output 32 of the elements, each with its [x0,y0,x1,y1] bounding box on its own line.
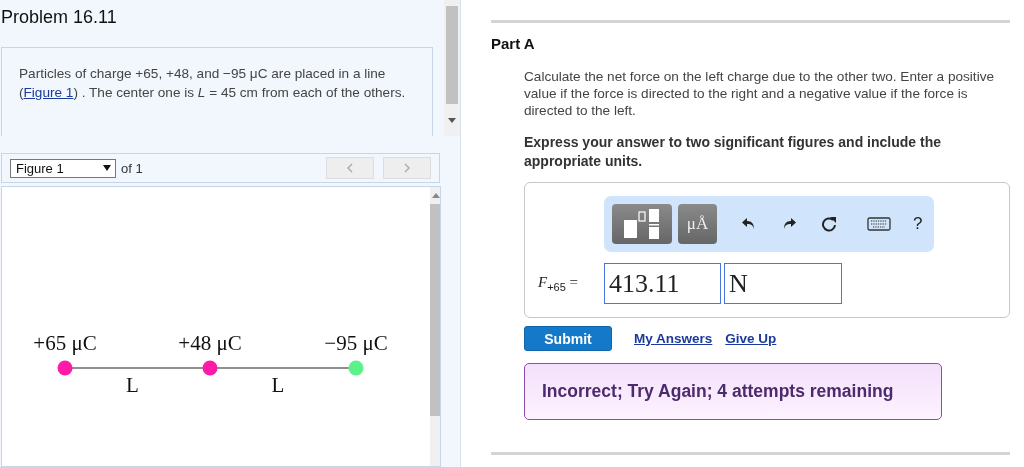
question-text: Calculate the net force on the left charge due to the other two. Enter a positive value if the force is directed to the right and a negative value if the force is directed to the left. [524,68,996,119]
answer-link[interactable]: My Answers [634,331,713,346]
instruction-text: Express your answer to two significant figures and include the appropriate units. [524,133,942,171]
scrollbar[interactable] [444,0,460,136]
problem-title: Problem 16.11 [1,6,118,29]
submit-button[interactable]: Submit [524,326,612,351]
part-title: Part A [491,35,536,52]
scroll-up-icon[interactable] [432,193,440,198]
answer-link[interactable]: Give Up [725,331,777,346]
chevron-right-icon [404,163,410,173]
answer-label: F$_{+65}$ = [538,274,580,293]
distance-label: L [126,373,139,397]
templates-button[interactable] [612,204,672,244]
keyboard-icon[interactable] [867,217,891,231]
units-button[interactable]: μÅ [678,204,717,244]
scroll-down-icon[interactable] [448,118,456,123]
problem-text: Particles of charge +65, +48, and −95 μC are placed in a line (Figure 1) . The center one is L = 45 cm from each of the others. [19,65,407,102]
charge-label: +48 μC [178,331,242,355]
figure-link[interactable]: Figure 1 [23,85,74,100]
figure-count: of 1 [121,160,143,176]
figure-select[interactable]: Figure 1 [10,158,116,178]
caret-icon [103,165,111,171]
charge-label: −95 μC [324,331,388,355]
unit-field[interactable]: N [724,263,842,304]
distance-label: L [271,373,285,397]
charge-label: +65 μC [33,331,97,355]
value-field[interactable]: 413.11 [604,263,721,304]
scrollbar[interactable] [430,187,440,466]
chevron-left-icon [347,163,353,173]
feedback-message: Incorrect; Try Again; 4 attempts remaining [524,363,942,420]
help-button[interactable]: ? [913,214,923,234]
reset-icon[interactable] [821,216,837,232]
